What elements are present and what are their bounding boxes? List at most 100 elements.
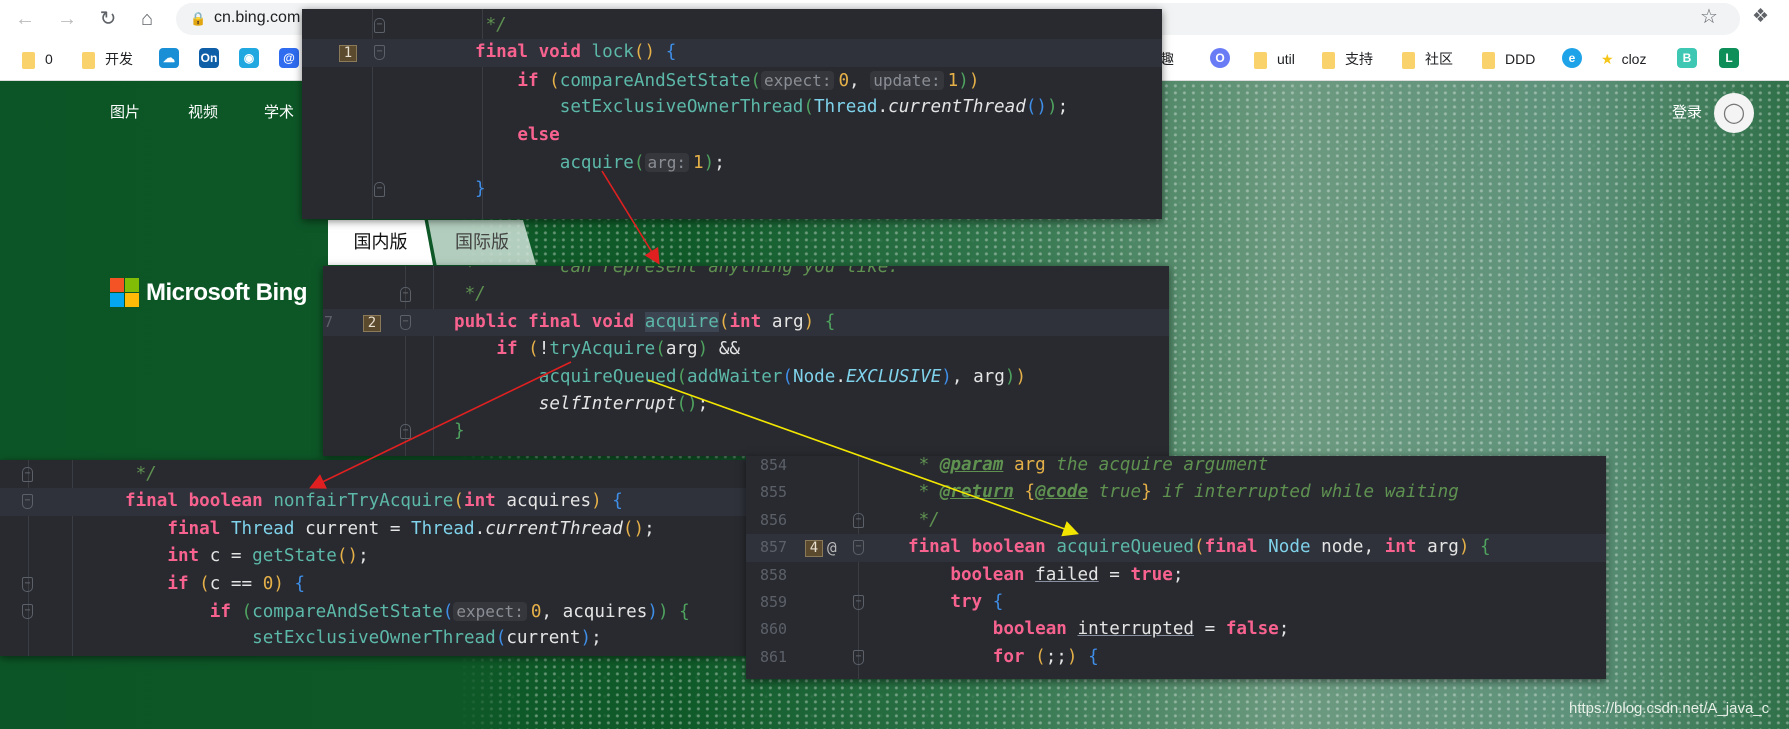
bookmark-bilibili-icon[interactable]: ◉ [239, 48, 259, 68]
fold-end-icon[interactable]: − [22, 467, 33, 482]
tab-international[interactable]: 国际版 [428, 220, 536, 265]
bookmark-edge-icon[interactable]: e [1562, 48, 1582, 68]
line-number: 861 [760, 647, 788, 666]
bookmark-folder-ddd[interactable]: DDD [1482, 48, 1535, 70]
code-token: acquireQueued [1056, 537, 1195, 558]
bookmark-folder-util[interactable]: util [1254, 48, 1295, 70]
bookmark-circle-icon[interactable]: O [1210, 48, 1230, 68]
bookmark-l-icon[interactable]: L [1719, 48, 1739, 68]
code-token: { [665, 42, 677, 63]
fold-end-icon[interactable]: − [400, 424, 411, 440]
code-token: ! [538, 339, 550, 360]
code-token: ( [241, 602, 253, 622]
code-token: , [849, 70, 871, 91]
code-token: setExclusiveOwnerThread [559, 97, 804, 118]
fold-end-icon[interactable]: − [374, 18, 385, 33]
code-token: @return [939, 482, 1014, 503]
code-token: ; [591, 628, 602, 649]
fold-start-icon[interactable]: − [853, 649, 864, 665]
code-token: ) [703, 153, 715, 173]
code-token: ( [1035, 646, 1046, 667]
code-token: int [463, 491, 507, 512]
folder-icon [82, 51, 95, 69]
nav-academic[interactable]: 学术 [264, 101, 294, 122]
code-token: for [992, 646, 1036, 667]
code-line: 856 − */ [746, 507, 1606, 534]
signin-link[interactable]: 登录 [1672, 101, 1702, 122]
line-number: 859 [760, 593, 788, 611]
bookmark-cloz[interactable]: ★ cloz [1601, 48, 1646, 70]
code-token: 1 [947, 70, 959, 91]
code-token: ) [1066, 646, 1078, 667]
code-line: 854 * @param arg the acquire argument [746, 456, 1606, 479]
bookmark-weather-icon[interactable]: ☁ [159, 48, 179, 68]
code-token: currentThread [485, 518, 623, 539]
bookmark-folder-dev[interactable]: 开发 [82, 48, 133, 70]
code-text: final Thread current = Thread.currentThr… [125, 516, 654, 543]
line-number: 07 [323, 312, 334, 331]
bookmark-at-icon[interactable]: @ [279, 48, 299, 68]
bookmark-b-icon[interactable]: B [1677, 48, 1697, 68]
bookmark-star-button[interactable]: ☆ [1700, 4, 1718, 29]
code-text: if (compareAndSetState(expect: 0, acquire… [125, 598, 690, 626]
bookmark-folder-community[interactable]: 社区 [1402, 48, 1453, 70]
code-token: Node [1268, 537, 1322, 558]
reload-button[interactable]: ↻ [93, 4, 123, 34]
code-text: int c = getState(); [125, 543, 368, 570]
fold-start-icon[interactable]: − [400, 314, 411, 330]
code-token: */ [454, 284, 486, 305]
fold-start-icon[interactable]: − [22, 604, 33, 619]
code-token: ) [968, 70, 980, 91]
parameter-hint: expect: [761, 70, 835, 90]
code-token: { [824, 311, 836, 332]
bookmark-folder-support[interactable]: 支持 [1322, 48, 1373, 70]
bookmark-on-icon[interactable]: On [199, 48, 219, 68]
code-token: */ [908, 509, 940, 530]
code-token: * [908, 482, 940, 503]
bookmark-badge[interactable]: 4 [805, 540, 823, 558]
code-token: && [708, 339, 741, 360]
extensions-button[interactable]: ❖ [1752, 5, 1769, 28]
fold-end-icon[interactable]: − [853, 512, 864, 528]
code-token: ) [647, 602, 658, 622]
code-token: int [167, 546, 210, 567]
code-token: { [294, 573, 306, 594]
code-token: Node [792, 366, 836, 387]
code-text: } [454, 418, 465, 445]
nav-images[interactable]: 图片 [110, 101, 140, 122]
fold-end-icon[interactable]: − [374, 182, 385, 198]
nav-videos[interactable]: 视频 [188, 101, 218, 122]
fold-end-icon[interactable]: − [400, 287, 411, 303]
fold-start-icon[interactable]: − [853, 540, 864, 556]
code-token: * can represent anything you like. [454, 266, 899, 277]
code-token: ( [549, 70, 560, 91]
forward-button[interactable]: → [52, 4, 82, 34]
avatar[interactable]: ◯ [1714, 93, 1754, 133]
code-line: −} [302, 176, 1162, 203]
fold-start-icon[interactable]: − [374, 45, 385, 61]
code-token: . [835, 366, 846, 387]
code-token: { [1480, 537, 1491, 558]
bookmark-badge[interactable]: 2 [363, 314, 381, 332]
home-button[interactable]: ⌂ [132, 4, 162, 34]
code-token: ( [199, 573, 210, 594]
code-text: try { [908, 589, 1003, 616]
fold-start-icon[interactable]: − [853, 595, 864, 610]
fold-start-icon[interactable]: − [22, 576, 33, 592]
code-token: public [454, 311, 529, 332]
bookmark-badge[interactable]: 1 [339, 45, 357, 63]
bookmark-folder-0[interactable]: 0 [22, 48, 53, 70]
code-token: if [209, 602, 242, 622]
code-token: final [908, 537, 972, 558]
code-token: int [729, 311, 772, 332]
back-button[interactable]: ← [10, 4, 40, 34]
code-token: arg [771, 311, 804, 332]
code-token: ( [803, 97, 814, 118]
code-token: { [679, 602, 690, 622]
tab-domestic[interactable]: 国内版 [328, 220, 433, 265]
fold-start-icon[interactable]: − [22, 494, 33, 510]
code-token: void [591, 311, 645, 332]
code-token: ;; [1045, 646, 1067, 667]
